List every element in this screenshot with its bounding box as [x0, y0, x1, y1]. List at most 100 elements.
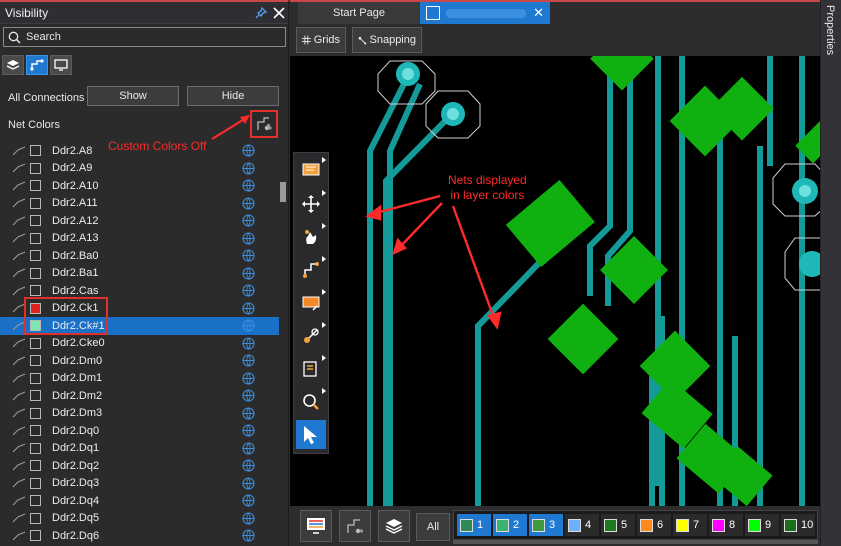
- net-visibility-icon[interactable]: [242, 407, 255, 420]
- net-color-swatch[interactable]: [30, 180, 41, 192]
- pan-tool-button[interactable]: [296, 222, 326, 251]
- net-visibility-icon[interactable]: [242, 319, 255, 333]
- net-visibility-icon[interactable]: [242, 424, 255, 438]
- net-colors-button[interactable]: [339, 510, 371, 542]
- net-visibility-icon[interactable]: [242, 214, 255, 228]
- scroll-thumb[interactable]: [280, 182, 286, 202]
- layer-chip[interactable]: 9: [745, 514, 779, 536]
- display-mode-button[interactable]: [50, 55, 72, 75]
- place-tool-button[interactable]: [296, 354, 326, 383]
- search-input[interactable]: Search: [3, 27, 286, 47]
- net-list-item[interactable]: Ddr2.Dm0: [0, 352, 280, 370]
- net-color-swatch[interactable]: [30, 162, 41, 174]
- layer-stack-button[interactable]: [378, 510, 410, 542]
- net-list-item[interactable]: Ddr2.A11: [0, 195, 280, 213]
- net-color-swatch[interactable]: [30, 337, 41, 349]
- comment-tool-button[interactable]: [296, 156, 326, 185]
- move-tool-button[interactable]: [296, 189, 326, 218]
- net-visibility-icon[interactable]: [242, 512, 255, 525]
- layer-chip[interactable]: 8: [709, 514, 743, 536]
- net-color-swatch[interactable]: [30, 530, 41, 542]
- net-list-item[interactable]: Ddr2.A9: [0, 160, 280, 178]
- close-tab-icon[interactable]: ✕: [533, 5, 544, 21]
- net-visibility-icon[interactable]: [242, 477, 255, 490]
- net-color-swatch[interactable]: [30, 267, 41, 279]
- net-color-swatch[interactable]: [30, 407, 41, 419]
- net-visibility-icon[interactable]: [242, 442, 255, 455]
- net-list-item[interactable]: Ddr2.Dq1: [0, 440, 280, 458]
- snapping-button[interactable]: Snapping: [352, 27, 422, 53]
- layer-chip[interactable]: 5: [601, 514, 635, 536]
- net-visibility-icon[interactable]: [242, 162, 255, 175]
- net-list-item[interactable]: Ddr2.Dm3: [0, 405, 280, 423]
- net-list-item[interactable]: Ddr2.Ba0: [0, 247, 280, 265]
- nets-mode-button[interactable]: [26, 55, 48, 75]
- net-visibility-icon[interactable]: [242, 144, 255, 158]
- net-color-swatch[interactable]: [30, 145, 41, 157]
- net-list-item[interactable]: Ddr2.A8: [0, 142, 280, 160]
- layer-chip[interactable]: 10: [781, 514, 815, 536]
- net-list-item[interactable]: Ddr2.Dm2: [0, 387, 280, 405]
- net-color-swatch[interactable]: [30, 495, 41, 507]
- net-list-item[interactable]: Ddr2.Dm1: [0, 370, 280, 388]
- route-tool-button[interactable]: [296, 255, 326, 284]
- net-list-item[interactable]: Ddr2.Dq2: [0, 457, 280, 475]
- net-visibility-icon[interactable]: [242, 179, 255, 193]
- net-list-item[interactable]: Ddr2.A10: [0, 177, 280, 195]
- layer-chip[interactable]: 1: [457, 514, 491, 536]
- net-color-swatch[interactable]: [30, 442, 41, 454]
- pin-icon[interactable]: [252, 4, 270, 22]
- net-color-swatch[interactable]: [30, 232, 41, 244]
- layer-chip[interactable]: 3: [529, 514, 563, 536]
- net-list-item[interactable]: Ddr2.A12: [0, 212, 280, 230]
- tab-start-page[interactable]: Start Page: [298, 2, 420, 24]
- net-visibility-icon[interactable]: [242, 389, 255, 403]
- zoom-tool-button[interactable]: [296, 387, 326, 416]
- net-color-swatch[interactable]: [30, 460, 41, 472]
- pcb-canvas[interactable]: [290, 56, 820, 506]
- layer-bar-scrollbar[interactable]: [453, 540, 818, 544]
- net-visibility-icon[interactable]: [242, 459, 255, 473]
- connect-tool-button[interactable]: [296, 321, 326, 350]
- layer-chip[interactable]: 7: [673, 514, 707, 536]
- net-color-swatch[interactable]: [30, 285, 41, 297]
- net-list-scrollbar[interactable]: [279, 142, 287, 546]
- net-color-swatch[interactable]: [30, 215, 41, 227]
- net-visibility-icon[interactable]: [242, 197, 255, 210]
- layers-mode-button[interactable]: [2, 55, 24, 75]
- net-list-item[interactable]: Ddr2.Dq3: [0, 475, 280, 493]
- net-visibility-icon[interactable]: [242, 249, 255, 263]
- area-tool-button[interactable]: [296, 288, 326, 317]
- all-layers-button[interactable]: All: [416, 513, 450, 541]
- hide-button[interactable]: Hide: [187, 86, 279, 106]
- net-visibility-icon[interactable]: [242, 372, 255, 385]
- net-list-item[interactable]: Ddr2.Cke0: [0, 335, 280, 353]
- tab-pcb-document[interactable]: ✕: [420, 2, 550, 24]
- net-visibility-icon[interactable]: [242, 529, 255, 543]
- net-color-swatch[interactable]: [30, 250, 41, 262]
- net-color-swatch[interactable]: [30, 512, 41, 524]
- net-color-swatch[interactable]: [30, 372, 41, 384]
- display-settings-button[interactable]: [300, 510, 332, 542]
- net-color-swatch[interactable]: [30, 477, 41, 489]
- layer-chip[interactable]: 6: [637, 514, 671, 536]
- layer-chip[interactable]: 2: [493, 514, 527, 536]
- net-list-item[interactable]: Ddr2.Ba1: [0, 265, 280, 283]
- net-visibility-icon[interactable]: [242, 337, 255, 350]
- net-list-item[interactable]: Ddr2.Dq4: [0, 492, 280, 510]
- show-button[interactable]: Show: [87, 86, 179, 106]
- net-list-item[interactable]: Ddr2.Dq6: [0, 527, 280, 545]
- net-list-item[interactable]: Ddr2.Dq0: [0, 422, 280, 440]
- net-visibility-icon[interactable]: [242, 284, 255, 298]
- net-visibility-icon[interactable]: [242, 494, 255, 508]
- grids-button[interactable]: Grids: [296, 27, 346, 53]
- select-tool-button[interactable]: [296, 420, 326, 449]
- net-visibility-icon[interactable]: [242, 302, 255, 315]
- net-visibility-icon[interactable]: [242, 232, 255, 245]
- net-color-swatch[interactable]: [30, 355, 41, 367]
- net-color-swatch[interactable]: [30, 197, 41, 209]
- layer-chip[interactable]: 4: [565, 514, 599, 536]
- net-visibility-icon[interactable]: [242, 354, 255, 368]
- net-color-swatch[interactable]: [30, 390, 41, 402]
- close-icon[interactable]: [270, 4, 288, 22]
